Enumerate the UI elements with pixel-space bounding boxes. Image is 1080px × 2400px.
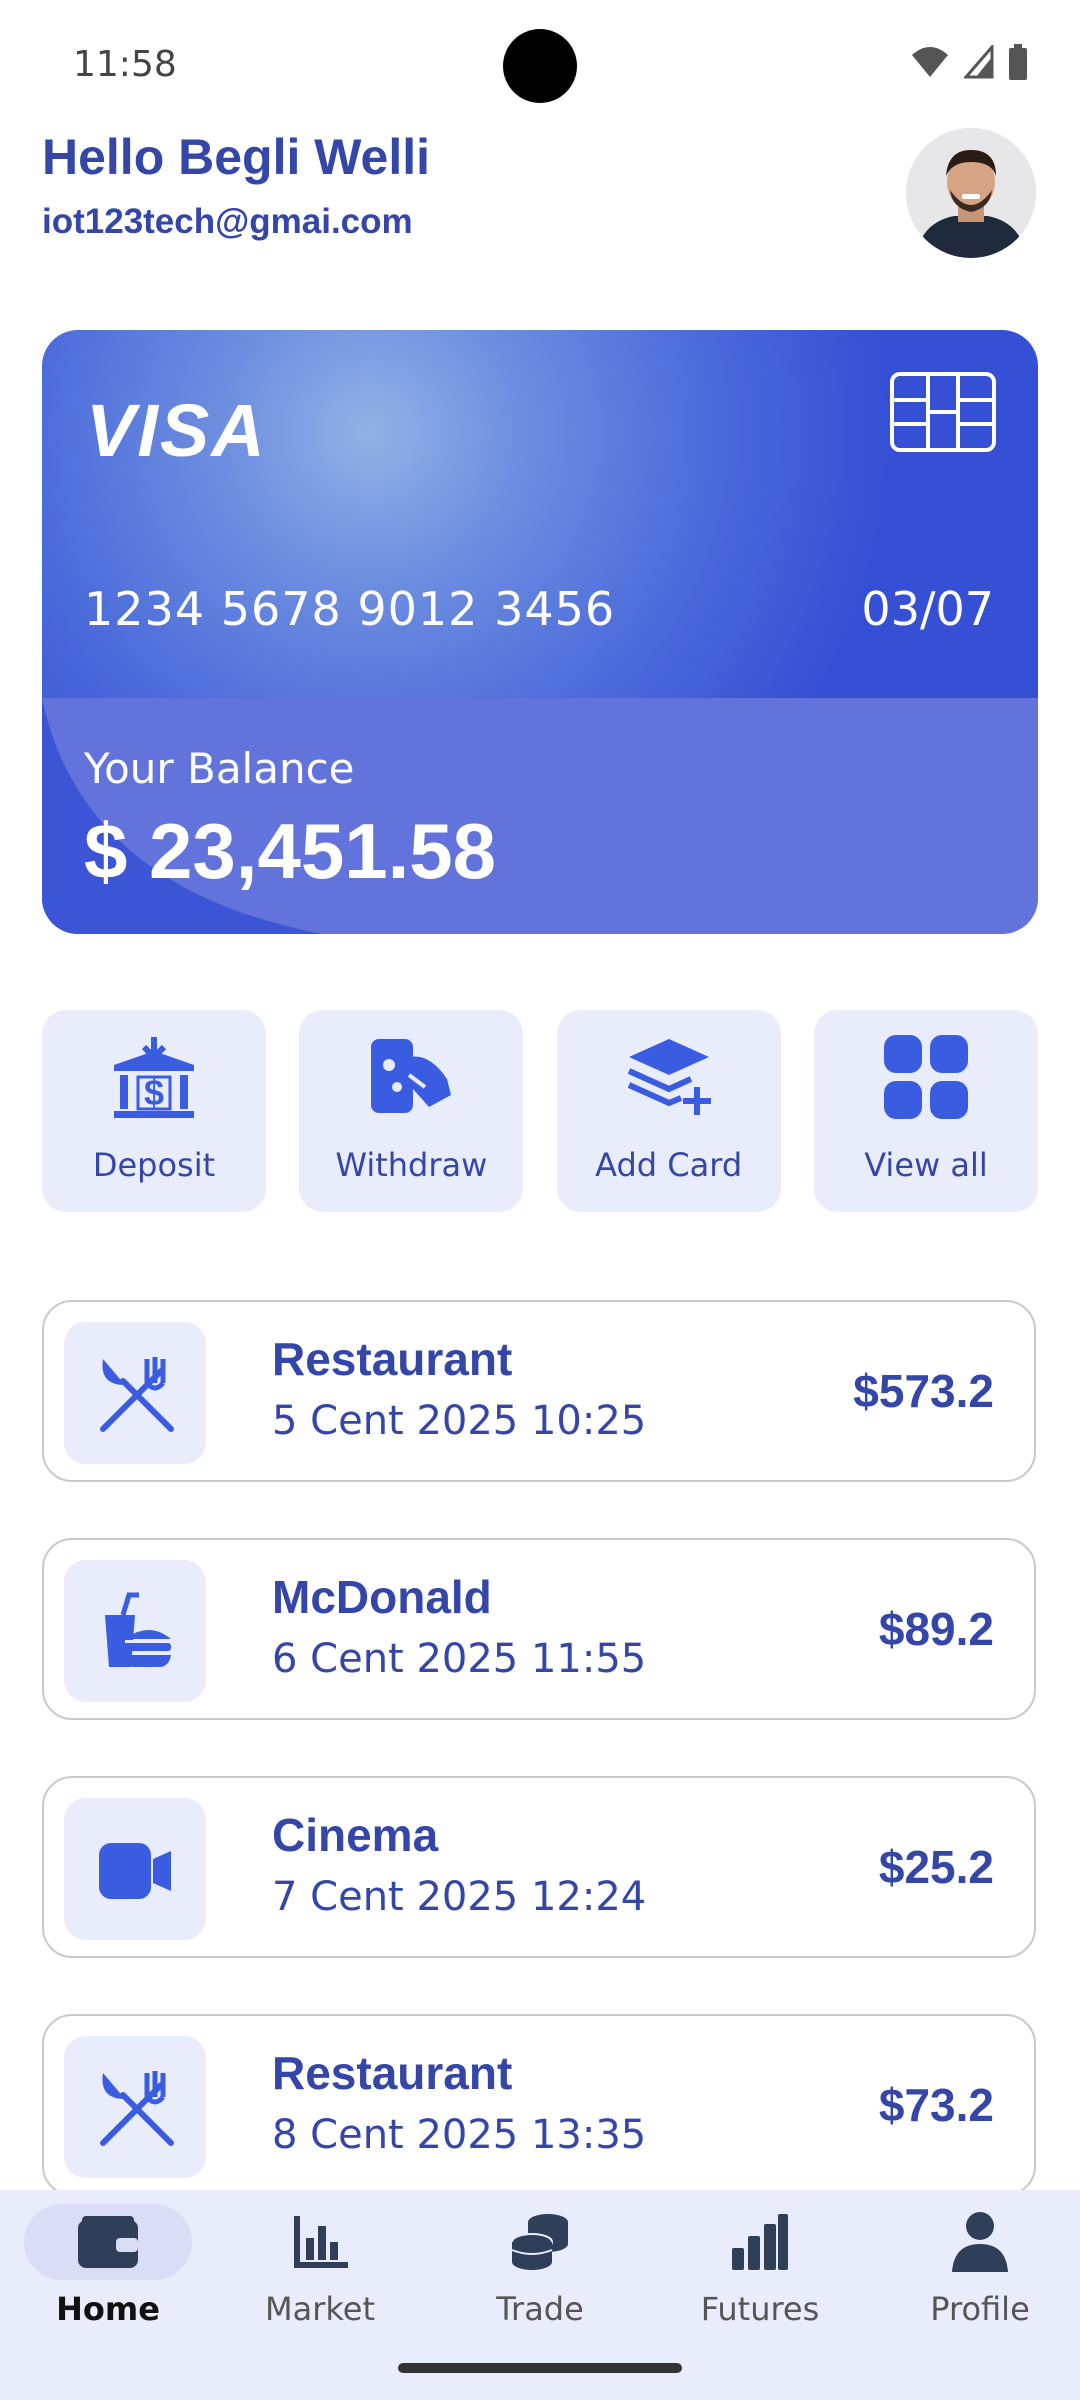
nav-futures[interactable]: Futures [652, 2190, 868, 2340]
wallet-icon [24, 2204, 192, 2280]
transaction-item[interactable]: Restaurant 8 Cent 2025 13:35 $73.2 [42, 2014, 1036, 2196]
transaction-title: Restaurant [272, 2047, 513, 2099]
transaction-item[interactable]: Cinema 7 Cent 2025 12:24 $25.2 [42, 1776, 1036, 1958]
card-expiry: 03/07 [861, 582, 994, 636]
bank-dollar-icon: $ [109, 1032, 199, 1122]
balance-label: Your Balance [84, 744, 355, 793]
deposit-button[interactable]: $ Deposit [42, 1010, 266, 1212]
card-brand: VISA [86, 389, 267, 472]
add-card-button[interactable]: Add Card [556, 1010, 781, 1212]
transaction-item[interactable]: McDonald 6 Cent 2025 11:55 $89.2 [42, 1538, 1036, 1720]
cell-signal-icon [964, 45, 994, 79]
status-time: 11:58 [73, 44, 177, 85]
camera-cutout [503, 29, 577, 103]
view-all-button[interactable]: View all [813, 1010, 1038, 1212]
signal-bars-icon [676, 2204, 844, 2280]
add-card-label: Add Card [595, 1146, 743, 1184]
status-icons [910, 44, 1028, 80]
chip-icon [890, 372, 996, 452]
transaction-title: Cinema [272, 1809, 439, 1861]
status-bar: 11:58 [0, 0, 1080, 130]
transaction-date: 8 Cent 2025 13:35 [272, 2112, 647, 2158]
credit-card[interactable]: VISA 1234 5678 9012 3456 03/07 Your Bala… [42, 330, 1038, 934]
transaction-amount: $573.2 [853, 1365, 994, 1417]
avatar-photo [906, 128, 1036, 258]
balance-value: $ 23,451.58 [84, 807, 497, 895]
home-indicator[interactable] [398, 2363, 682, 2373]
nav-profile[interactable]: Profile [872, 2190, 1080, 2340]
nav-profile-label: Profile [930, 2290, 1030, 2328]
nav-market[interactable]: Market [212, 2190, 428, 2340]
nav-market-label: Market [265, 2290, 375, 2328]
transaction-title: McDonald [272, 1571, 492, 1623]
fork-knife-icon [64, 1322, 206, 1464]
nav-futures-label: Futures [700, 2290, 820, 2328]
coins-icon [456, 2204, 624, 2280]
transaction-item[interactable]: Restaurant 5 Cent 2025 10:25 $573.2 [42, 1300, 1036, 1482]
transaction-date: 5 Cent 2025 10:25 [272, 1398, 647, 1444]
nav-home[interactable]: Home [0, 2190, 216, 2340]
user-email: iot123tech@gmai.com [42, 202, 413, 241]
greeting-block: Hello Begli Welli iot123tech@gmai.com [42, 128, 430, 242]
nav-home-label: Home [56, 2290, 160, 2328]
video-camera-icon [64, 1798, 206, 1940]
withdraw-label: Withdraw [335, 1146, 488, 1184]
withdraw-button[interactable]: Withdraw [299, 1010, 524, 1212]
card-number: 1234 5678 9012 3456 [84, 582, 616, 636]
greeting-title: Hello Begli Welli [42, 129, 431, 185]
transaction-title: Restaurant [272, 1333, 513, 1385]
avatar[interactable] [906, 128, 1036, 258]
bar-chart-icon [236, 2204, 404, 2280]
quick-actions: $ Deposit Withdraw Add Card View all [42, 1010, 1038, 1212]
transaction-amount: $73.2 [878, 2079, 994, 2131]
battery-icon [1009, 44, 1027, 80]
nav-trade-label: Trade [496, 2290, 584, 2328]
deposit-label: Deposit [92, 1146, 216, 1184]
nav-trade[interactable]: Trade [432, 2190, 648, 2340]
grid-icon [881, 1032, 971, 1122]
wifi-icon [912, 47, 948, 77]
transaction-date: 7 Cent 2025 12:24 [272, 1874, 647, 1920]
view-all-label: View all [864, 1146, 988, 1184]
fast-food-icon [64, 1560, 206, 1702]
transaction-amount: $89.2 [878, 1603, 994, 1655]
transaction-date: 6 Cent 2025 11:55 [272, 1636, 647, 1682]
fork-knife-icon [64, 2036, 206, 2178]
transaction-amount: $25.2 [878, 1841, 994, 1893]
person-icon [896, 2204, 1064, 2280]
stack-add-icon [624, 1032, 714, 1122]
cash-hand-icon [366, 1032, 456, 1122]
